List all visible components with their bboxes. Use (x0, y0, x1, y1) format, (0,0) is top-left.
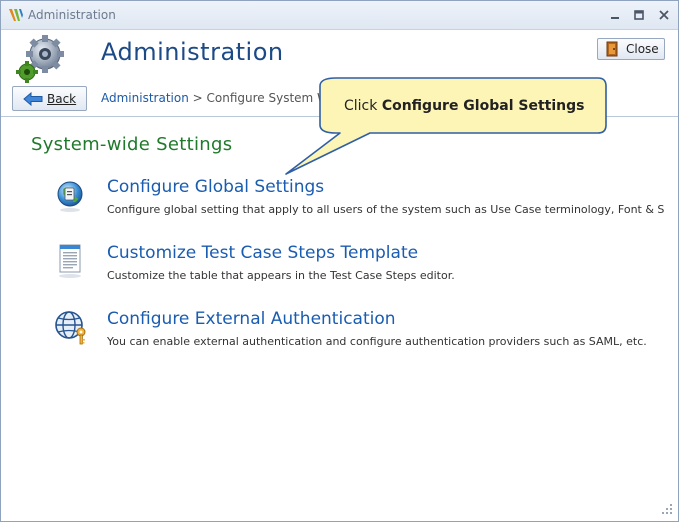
back-arrow-icon (23, 91, 43, 106)
settings-item-description: Configure global setting that apply to a… (107, 203, 665, 216)
minimize-button[interactable] (605, 5, 625, 25)
title-bar: Administration (1, 1, 678, 30)
settings-item-global[interactable]: Configure Global Settings Configure glob… (1, 177, 678, 229)
back-button[interactable]: Back (12, 86, 87, 111)
globe-key-icon (55, 311, 86, 345)
settings-item-title[interactable]: Configure Global Settings (107, 177, 324, 197)
settings-item-description: Customize the table that appears in the … (107, 269, 455, 282)
maximize-button[interactable] (629, 5, 649, 25)
settings-item-external-auth[interactable]: Configure External Authentication You ca… (1, 309, 678, 361)
header-divider (1, 116, 678, 117)
resize-grip-icon[interactable] (660, 502, 674, 516)
back-button-label: Back (47, 91, 77, 106)
settings-item-description: You can enable external authentication a… (107, 335, 647, 348)
breadcrumb-current: Configure System W (206, 91, 329, 105)
door-exit-icon (606, 41, 618, 57)
maximize-icon (634, 10, 644, 20)
breadcrumb: Administration > Configure System W (101, 91, 329, 105)
callout-text: Click Configure Global Settings (344, 98, 584, 114)
app-logo-icon (9, 9, 23, 21)
window-title: Administration (28, 8, 116, 22)
callout-prefix: Click (344, 98, 382, 114)
administration-window: Administration Administration Close Back… (0, 0, 679, 522)
minimize-icon (611, 17, 619, 19)
breadcrumb-separator: > (188, 91, 207, 105)
settings-item-title[interactable]: Customize Test Case Steps Template (107, 243, 418, 263)
window-close-button[interactable] (654, 5, 674, 25)
close-icon (659, 10, 669, 20)
section-title: System-wide Settings (31, 134, 233, 155)
document-template-icon (59, 244, 81, 278)
settings-item-test-case-template[interactable]: Customize Test Case Steps Template Custo… (1, 243, 678, 295)
page-title: Administration (101, 38, 284, 66)
close-button[interactable]: Close (597, 38, 665, 60)
settings-item-title[interactable]: Configure External Authentication (107, 309, 396, 329)
breadcrumb-link-administration[interactable]: Administration (101, 91, 189, 105)
gear-icon (16, 35, 64, 83)
close-button-label: Close (626, 42, 659, 56)
callout-emphasis: Configure Global Settings (381, 98, 585, 114)
globe-settings-icon (57, 181, 83, 212)
